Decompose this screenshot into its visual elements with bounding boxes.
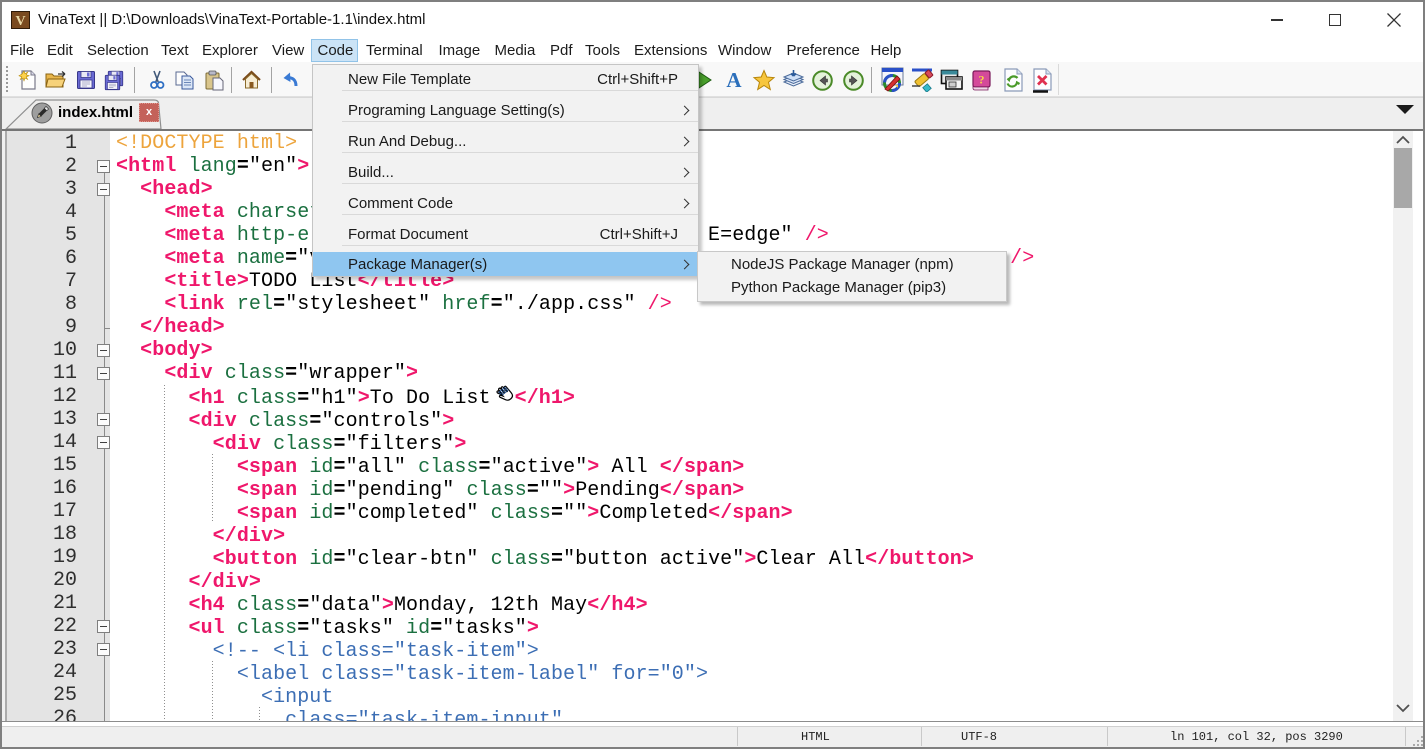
- svg-text:?: ?: [979, 73, 985, 87]
- svg-text:A: A: [726, 69, 742, 91]
